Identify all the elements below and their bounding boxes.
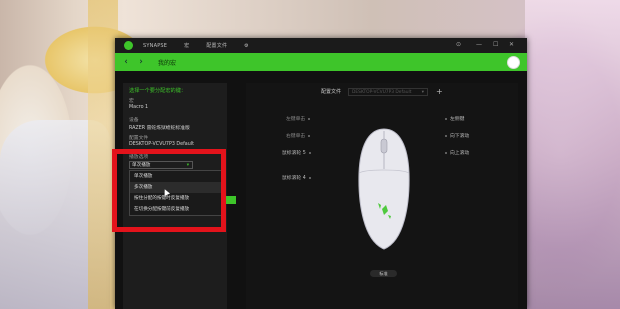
standard-view-button[interactable]: 标准 — [370, 270, 397, 277]
mouse-button-side[interactable]: 左侧键 — [442, 115, 464, 122]
tab-synapse[interactable]: SYNAPSE — [143, 43, 167, 49]
mouse-layout-area: 配置文件 DESKTOP-VCVU7P3 Default ▾ + 左键单击 右键… — [246, 83, 518, 309]
mouse-button-left-click[interactable]: 左键单击 — [286, 115, 313, 122]
razer-logo-icon — [124, 41, 133, 50]
profile-row: 配置文件 DESKTOP-VCVU7P3 Default ▾ + — [321, 87, 443, 96]
macro-label: 宏 — [129, 99, 134, 104]
forward-arrow-icon[interactable]: › — [136, 57, 146, 67]
minimize-button[interactable]: — — [476, 41, 482, 48]
panel-title: 选择一个要分配宏的键： — [129, 88, 187, 94]
device-label: 设备 — [129, 118, 139, 123]
mouse-button-4[interactable]: 鼠标滚轮 4 — [282, 174, 314, 181]
device-value: RAZER 雷蛇炼狱蝰蛇标准版 — [129, 126, 190, 131]
mouse-button-scroll-down[interactable]: 向下滚动 — [442, 132, 469, 139]
target-icon[interactable]: ⊙ — [456, 41, 461, 48]
macro-value: Macro 1 — [129, 105, 149, 110]
tab-profiles[interactable]: 配置文件 — [206, 42, 227, 49]
profile-select[interactable]: DESKTOP-VCVU7P3 Default ▾ — [348, 87, 429, 96]
profile-label: 配置文件 — [129, 136, 149, 141]
profile-select-value: DESKTOP-VCVU7P3 Default — [352, 89, 412, 95]
chevron-down-icon: ▾ — [421, 89, 425, 95]
mouse-image — [358, 128, 410, 250]
profile-value: DESKTOP-VCVU7P3 Default — [129, 142, 194, 147]
title-bar: SYNAPSE 宏 配置文件 ⚙ ⊙ — ☐ ✕ — [115, 38, 527, 53]
tab-macro[interactable]: 宏 — [184, 42, 189, 49]
page-header: ‹ › 我的宏 — [115, 53, 527, 71]
page-title: 我的宏 — [158, 59, 177, 67]
close-button[interactable]: ✕ — [509, 41, 514, 48]
avatar[interactable] — [507, 56, 520, 69]
mouse-button-5[interactable]: 鼠标滚轮 5 — [282, 149, 314, 156]
profile-row-label: 配置文件 — [321, 89, 342, 95]
back-arrow-icon[interactable]: ‹ — [121, 57, 131, 67]
wallpaper-figure-right — [525, 0, 620, 309]
settings-gear-icon[interactable]: ⚙ — [244, 43, 249, 49]
maximize-button[interactable]: ☐ — [493, 41, 498, 48]
add-profile-button[interactable]: + — [436, 87, 443, 96]
mouse-button-right-click[interactable]: 右键单击 — [286, 132, 313, 139]
mouse-button-scroll-up[interactable]: 向上滚动 — [442, 149, 469, 156]
